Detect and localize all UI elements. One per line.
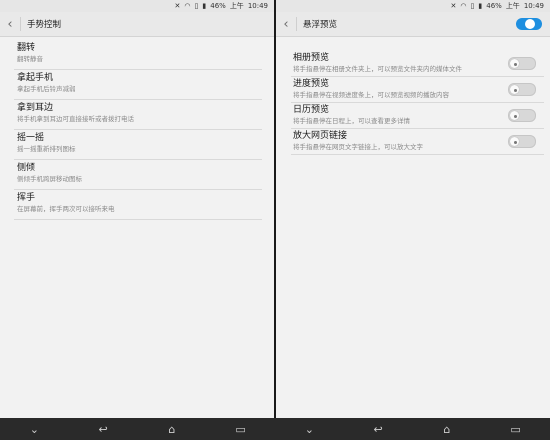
nav-right: ⌄ ↩ ⌂ ▭ (275, 418, 550, 440)
list-item-flip[interactable]: 翻转 翻转静音 (14, 40, 262, 70)
item-subtitle: 将手指悬停在网页文字链接上，可以放大文字 (293, 143, 423, 151)
back-icon[interactable]: ↩ (88, 423, 118, 436)
list-item-pick-up[interactable]: 拿起手机 拿起手机后铃声减弱 (14, 70, 262, 100)
item-subtitle: 摇一摇重新排列图标 (17, 145, 76, 153)
item-title: 进度预览 (293, 79, 330, 89)
app-bar: ‹ 悬浮预览 (276, 12, 550, 37)
home-icon[interactable]: ⌂ (432, 423, 462, 436)
sim-icon: ▯ (470, 2, 475, 10)
sim-icon: ▯ (194, 2, 199, 10)
page-title: 悬浮预览 (303, 20, 338, 30)
hover-preview-screen: ✕ ◠ ▯ ▮ 46% 上午 10:49 ‹ 悬浮预览 相册预览 将手指悬停在相… (276, 0, 550, 418)
gesture-control-screen: ✕ ◠ ▯ ▮ 46% 上午 10:49 ‹ 手势控制 翻转 翻转静音 拿起手机… (0, 0, 274, 418)
item-title: 日历预览 (293, 105, 330, 115)
divider (20, 17, 21, 31)
silent-icon: ✕ (450, 2, 457, 10)
recents-icon[interactable]: ▭ (501, 423, 531, 436)
switch-dot (514, 89, 517, 92)
master-toggle[interactable] (516, 18, 542, 30)
item-subtitle: 将手指悬停在相册文件夹上，可以预览文件夹内的媒体文件 (293, 65, 462, 73)
calendar-preview-switch[interactable] (508, 109, 536, 122)
item-title: 挥手 (17, 193, 36, 203)
chevron-down-icon[interactable]: ⌄ (294, 423, 324, 436)
battery-percent: 46% (486, 2, 502, 10)
link-magnify-switch[interactable] (508, 135, 536, 148)
switch-knob (510, 85, 519, 94)
recents-icon[interactable]: ▭ (226, 423, 256, 436)
silent-icon: ✕ (174, 2, 181, 10)
item-title: 放大网页链接 (293, 131, 348, 141)
switch-dot (514, 63, 517, 66)
item-subtitle: 将手机拿到耳边可直接接听或者拨打电话 (17, 115, 134, 123)
list-item-album-preview[interactable]: 相册预览 将手指悬停在相册文件夹上，可以预览文件夹内的媒体文件 (291, 51, 544, 77)
back-arrow-icon[interactable]: ‹ (0, 17, 20, 32)
item-subtitle: 在屏幕前，挥手两次可以接听来电 (17, 205, 115, 213)
list-item-progress-preview[interactable]: 进度预览 将手指悬停在视频进度条上，可以预览视频的播放内容 (291, 77, 544, 103)
item-title: 拿起手机 (17, 73, 54, 83)
status-bar: ✕ ◠ ▯ ▮ 46% 上午 10:49 (0, 0, 274, 12)
gesture-list: 翻转 翻转静音 拿起手机 拿起手机后铃声减弱 拿到耳边 将手机拿到耳边可直接接听… (14, 40, 262, 220)
item-title: 拿到耳边 (17, 103, 54, 113)
battery-icon: ▮ (202, 2, 207, 10)
time-period: 上午 (229, 2, 244, 10)
battery-icon: ▮ (478, 2, 483, 10)
list-item-wave[interactable]: 挥手 在屏幕前，挥手两次可以接听来电 (14, 190, 262, 220)
nav-left: ⌄ ↩ ⌂ ▭ (0, 418, 275, 440)
item-title: 翻转 (17, 43, 36, 53)
list-item-link-magnify[interactable]: 放大网页链接 将手指悬停在网页文字链接上，可以放大文字 (291, 129, 544, 155)
back-icon[interactable]: ↩ (363, 423, 393, 436)
item-subtitle: 翻转静音 (17, 55, 43, 63)
item-subtitle: 将手指悬停在视频进度条上，可以预览视频的播放内容 (293, 91, 449, 99)
switch-knob (510, 59, 519, 68)
home-icon[interactable]: ⌂ (157, 423, 187, 436)
switch-dot (514, 141, 517, 144)
switch-knob (510, 137, 519, 146)
chevron-down-icon[interactable]: ⌄ (19, 423, 49, 436)
status-bar: ✕ ◠ ▯ ▮ 46% 上午 10:49 (276, 0, 550, 12)
wifi-icon: ◠ (184, 2, 191, 10)
progress-preview-switch[interactable] (508, 83, 536, 96)
navigation-bar: ⌄ ↩ ⌂ ▭ ⌄ ↩ ⌂ ▭ (0, 418, 550, 440)
wifi-icon: ◠ (460, 2, 467, 10)
switch-dot (514, 115, 517, 118)
item-subtitle: 拿起手机后铃声减弱 (17, 85, 76, 93)
item-title: 摇一摇 (17, 133, 45, 143)
list-item-shake[interactable]: 摇一摇 摇一摇重新排列图标 (14, 130, 262, 160)
preview-list: 相册预览 将手指悬停在相册文件夹上，可以预览文件夹内的媒体文件 进度预览 将手指… (291, 51, 544, 155)
clock: 10:49 (247, 2, 268, 10)
app-bar: ‹ 手势控制 (0, 12, 274, 37)
item-title: 侧倾 (17, 163, 36, 173)
time-period: 上午 (505, 2, 520, 10)
switch-knob (510, 111, 519, 120)
item-subtitle: 侧倾手机跨屏移动图标 (17, 175, 82, 183)
album-preview-switch[interactable] (508, 57, 536, 70)
page-title: 手势控制 (27, 20, 62, 30)
back-arrow-icon[interactable]: ‹ (276, 17, 296, 32)
item-title: 相册预览 (293, 53, 330, 63)
list-item-ear[interactable]: 拿到耳边 将手机拿到耳边可直接接听或者拨打电话 (14, 100, 262, 130)
list-item-tilt[interactable]: 侧倾 侧倾手机跨屏移动图标 (14, 160, 262, 190)
toggle-knob (525, 19, 535, 29)
battery-percent: 46% (210, 2, 226, 10)
clock: 10:49 (523, 2, 544, 10)
divider (296, 17, 297, 31)
item-subtitle: 将手指悬停在日程上，可以查看更多详情 (293, 117, 410, 125)
list-item-calendar-preview[interactable]: 日历预览 将手指悬停在日程上，可以查看更多详情 (291, 103, 544, 129)
